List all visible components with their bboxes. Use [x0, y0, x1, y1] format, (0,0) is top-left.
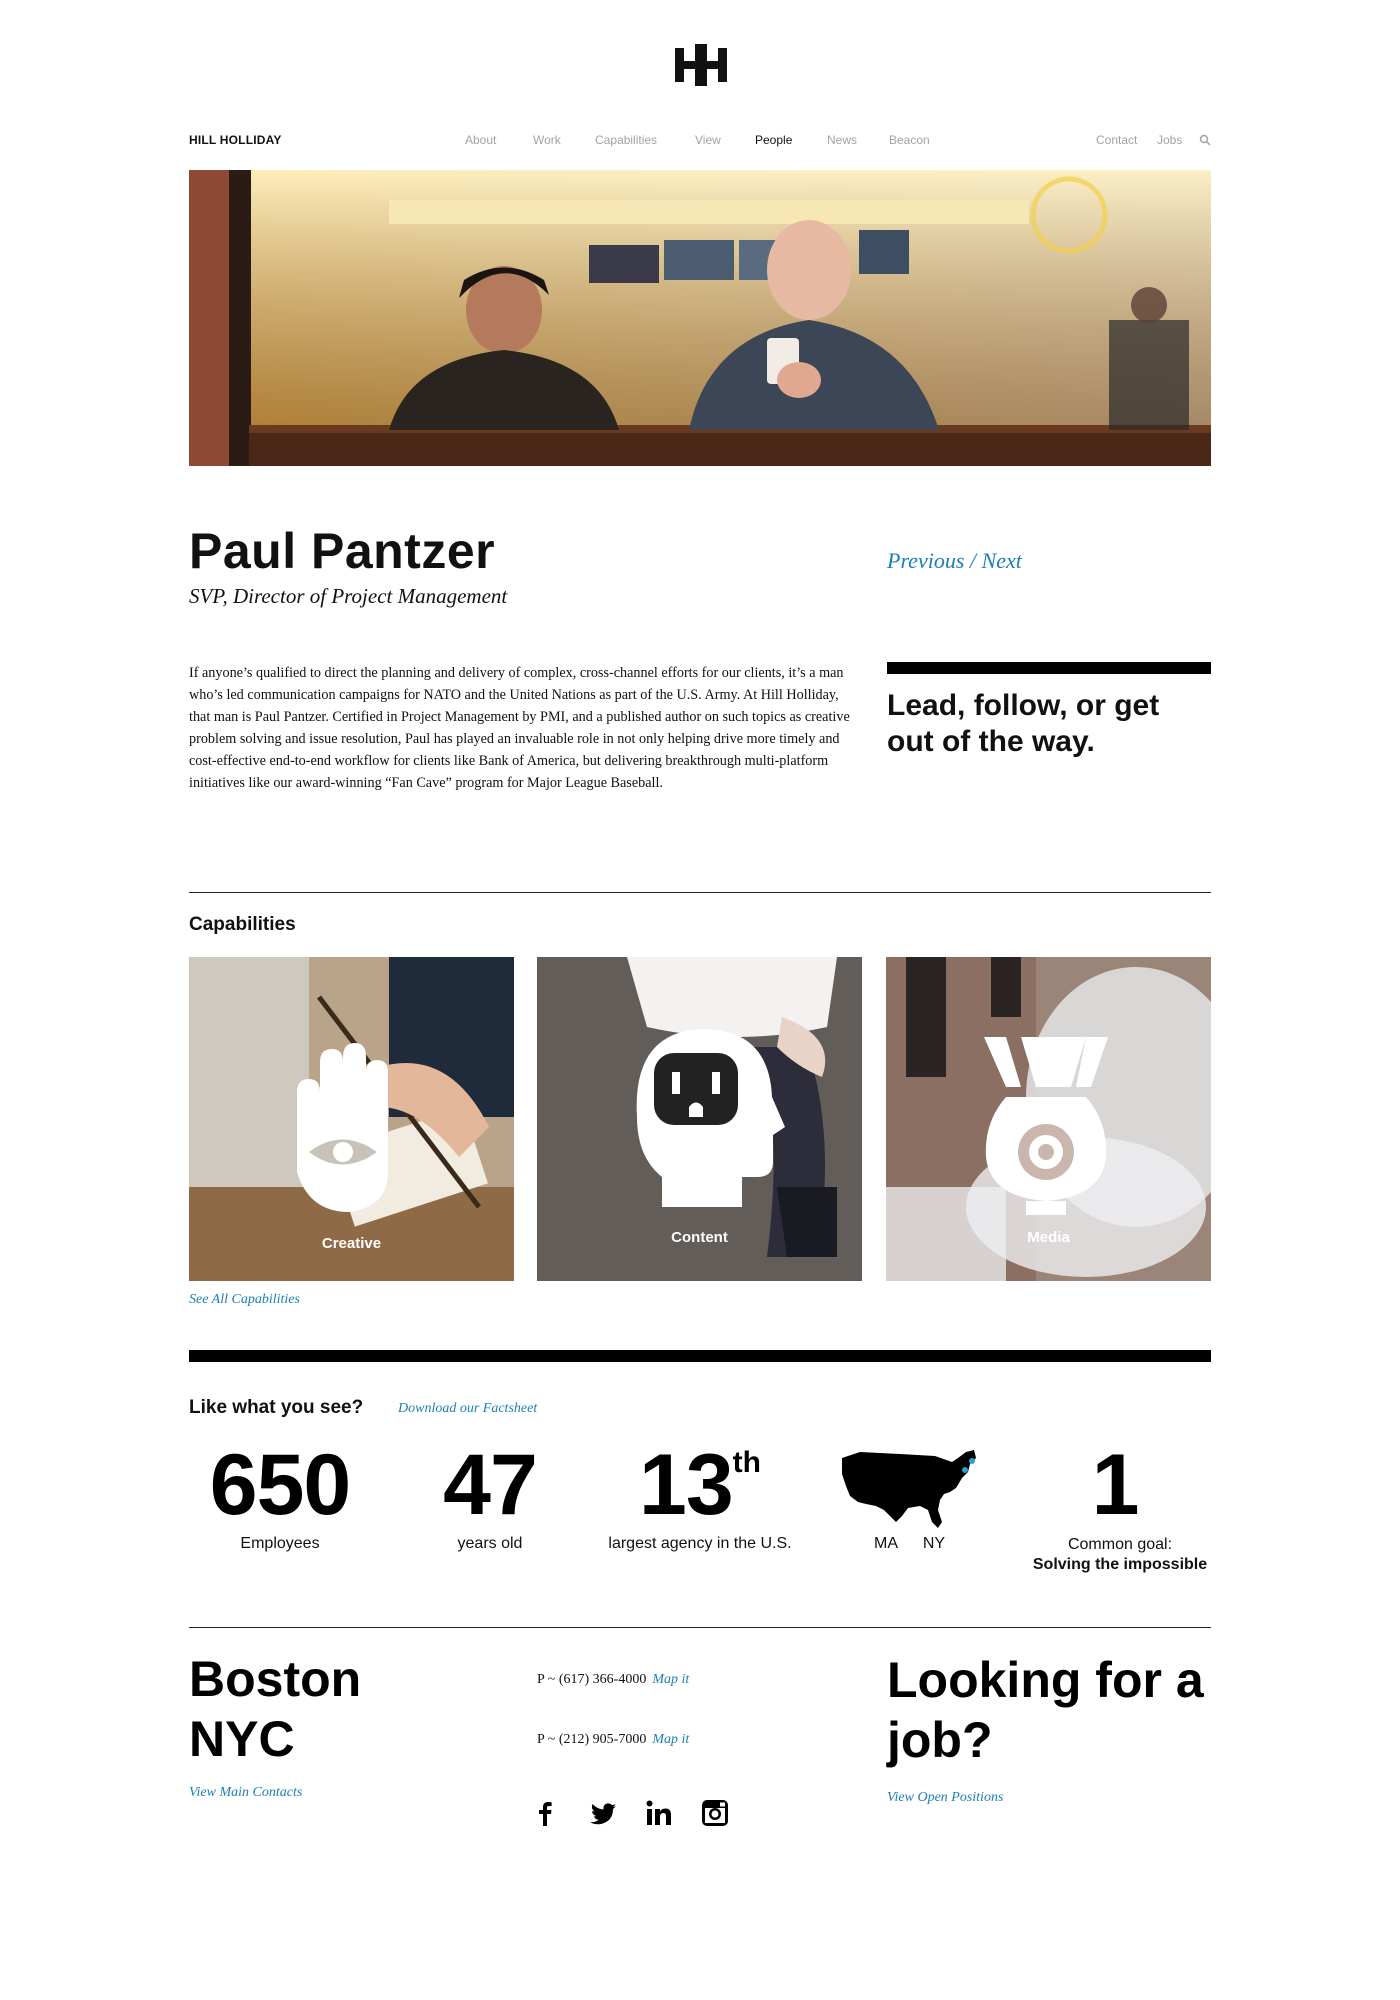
stat-years-number: 47	[443, 1437, 538, 1533]
map-it-link[interactable]: Map it	[652, 1672, 689, 1687]
capability-tile-creative[interactable]: Creative	[189, 957, 514, 1281]
stat-map-label-ma: MA	[874, 1535, 898, 1552]
stat-rank-suffix: th	[732, 1446, 761, 1479]
capability-label: Creative	[321, 1235, 382, 1252]
footer-divider	[189, 1627, 1211, 1628]
nav-about[interactable]: About	[465, 133, 496, 147]
nav-capabilities[interactable]: Capabilities	[595, 133, 657, 147]
stats-heading: Like what you see?	[189, 1397, 364, 1418]
capability-tile-content[interactable]: Content	[537, 957, 862, 1281]
stat-employees-label: Employees	[240, 1535, 320, 1552]
prev-next-nav: Previous / Next	[887, 548, 1022, 574]
stat-rank-label: largest agency in the U.S.	[608, 1535, 792, 1552]
stat-map-label-ny: NY	[922, 1535, 946, 1552]
job-heading: Looking for a job?	[887, 1652, 1204, 1768]
brand-link[interactable]: HILL HOLLIDAY	[189, 133, 282, 147]
view-open-positions-link[interactable]: View Open Positions	[887, 1790, 1003, 1806]
location-boston: Boston	[189, 1651, 362, 1707]
previous-link[interactable]: Previous	[887, 548, 964, 573]
nav-work[interactable]: Work	[533, 133, 561, 147]
section-divider	[189, 892, 1211, 893]
nav-people[interactable]: People	[755, 133, 792, 147]
phone-boston: P ~ (617) 366-4000 Map it	[537, 1672, 689, 1688]
twitter-icon[interactable]	[588, 1798, 618, 1828]
capability-label: Media	[1027, 1229, 1070, 1246]
stat-years-label: years old	[457, 1535, 523, 1552]
capability-label: Content	[671, 1229, 728, 1246]
map-it-link[interactable]: Map it	[652, 1732, 689, 1747]
see-all-capabilities-link[interactable]: See All Capabilities	[189, 1292, 300, 1308]
hh-logo-icon[interactable]	[675, 44, 727, 86]
capability-tile-media[interactable]: Media	[886, 957, 1211, 1281]
capabilities-heading: Capabilities	[189, 914, 296, 935]
person-title: SVP, Director of Project Management	[189, 584, 508, 608]
facebook-icon[interactable]	[530, 1798, 560, 1828]
hero-image	[189, 170, 1211, 466]
nav-news[interactable]: News	[827, 133, 857, 147]
linkedin-icon[interactable]	[644, 1798, 674, 1828]
nav-beacon[interactable]: Beacon	[889, 133, 930, 147]
quote-divider	[887, 662, 1211, 674]
view-main-contacts-link[interactable]: View Main Contacts	[189, 1785, 302, 1801]
stat-goal-text: Common goal:	[1067, 1536, 1173, 1553]
stat-goal-bold: Solving the impossible	[1032, 1556, 1208, 1573]
stat-employees-number: 650	[209, 1437, 352, 1533]
phone-nyc: P ~ (212) 905-7000 Map it	[537, 1732, 689, 1748]
stat-rank-value: 13	[639, 1437, 734, 1533]
phone-number: P ~ (617) 366-4000	[537, 1672, 647, 1687]
person-bio: If anyone’s qualified to direct the plan…	[189, 665, 850, 791]
stats-divider	[189, 1350, 1211, 1362]
nav-contact[interactable]: Contact	[1096, 133, 1137, 147]
prev-next-separator: /	[964, 548, 982, 573]
next-link[interactable]: Next	[982, 548, 1022, 573]
stat-goal-number: 1	[1091, 1437, 1140, 1533]
main-nav: HILL HOLLIDAY About Work Capabilities Vi…	[189, 131, 1211, 151]
us-map-icon	[842, 1450, 976, 1528]
download-factsheet-link[interactable]: Download our Factsheet	[398, 1401, 537, 1417]
nav-jobs[interactable]: Jobs	[1157, 133, 1182, 147]
person-name: Paul Pantzer	[189, 523, 496, 579]
location-nyc: NYC	[189, 1711, 295, 1767]
person-quote: Lead, follow, or get out of the way.	[887, 689, 1160, 758]
stat-rank-number: 13th	[600, 1440, 800, 1550]
nav-view[interactable]: View	[695, 133, 721, 147]
instagram-icon[interactable]	[700, 1798, 730, 1828]
stat-goal-label: Common goal: Solving the impossible	[1010, 1535, 1230, 1575]
search-icon[interactable]	[1199, 134, 1211, 146]
phone-number: P ~ (212) 905-7000	[537, 1732, 647, 1747]
